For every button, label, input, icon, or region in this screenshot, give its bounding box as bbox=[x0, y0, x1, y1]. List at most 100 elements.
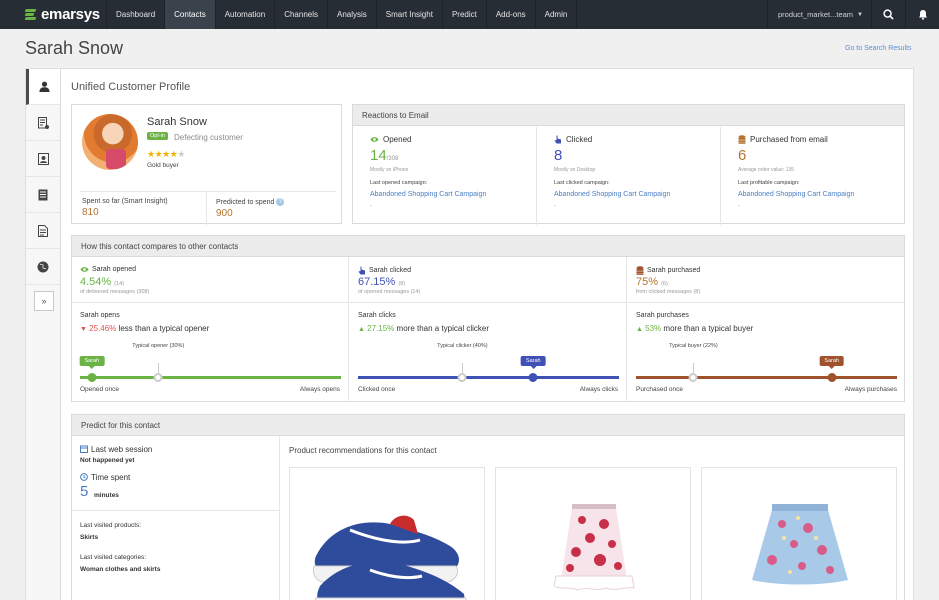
arrow-down-icon: ▼ bbox=[80, 326, 87, 333]
section-title: Unified Customer Profile bbox=[71, 81, 191, 93]
sidenav-web[interactable] bbox=[26, 249, 60, 285]
contact-name: Sarah Snow bbox=[147, 116, 207, 128]
divider bbox=[72, 302, 349, 303]
nav-admin[interactable]: Admin bbox=[534, 0, 578, 29]
compare-name: Sarah clicks bbox=[358, 312, 396, 319]
panel-header: Predict for this contact bbox=[72, 415, 904, 436]
compare-name: Sarah opens bbox=[80, 312, 120, 319]
globe-icon bbox=[37, 261, 49, 272]
compare-count: (6) bbox=[661, 281, 668, 287]
nav-dashboard[interactable]: Dashboard bbox=[106, 0, 164, 29]
predict-session-info: Last web session Not happened yet Time s… bbox=[72, 436, 280, 600]
compare-delta-value: 53% bbox=[645, 324, 662, 333]
divider bbox=[350, 302, 627, 303]
notifications-button[interactable] bbox=[905, 0, 939, 29]
sidenav-activity[interactable] bbox=[26, 105, 60, 141]
reaction-sub: Average order value: 135 bbox=[738, 167, 795, 173]
compare-percent: 67.15% (8) bbox=[358, 276, 405, 288]
sidenav-profile[interactable] bbox=[26, 69, 60, 105]
compare-sarah-clicks: Sarah clicked 67.15% (8) of opened message… bbox=[350, 257, 627, 402]
time-spent-label: Time spent bbox=[91, 473, 131, 482]
reaction-sub: Mostly on iPhone bbox=[370, 167, 409, 173]
nav-channels[interactable]: Channels bbox=[274, 0, 327, 29]
clock-icon bbox=[80, 473, 88, 481]
page-title: Sarah Snow bbox=[25, 38, 124, 58]
comparison-slider: Sarah bbox=[358, 356, 619, 382]
typical-label: Typical opener (30%) bbox=[132, 343, 185, 349]
divider bbox=[72, 510, 279, 511]
product-card[interactable] bbox=[701, 467, 897, 600]
star-icon: ★ bbox=[147, 149, 155, 159]
last-visited-categories-label: Last visited categories: bbox=[80, 554, 147, 561]
recommendations-title: Product recommendations for this contact bbox=[289, 446, 437, 455]
reaction-count: 6 bbox=[738, 147, 746, 164]
divider bbox=[206, 192, 207, 225]
emarsys-logo[interactable]: emarsys bbox=[0, 0, 106, 29]
last-web-session: Last web session bbox=[80, 445, 152, 454]
slider-track-fill bbox=[80, 376, 341, 379]
nav-predict[interactable]: Predict bbox=[441, 0, 486, 29]
compare-sarah-purchases: Sarah purchased 75% (6) from clicked messa… bbox=[628, 257, 905, 402]
star-icon: ★ bbox=[162, 149, 170, 159]
slider-max-label: Always opens bbox=[299, 386, 340, 393]
compare-delta-value: 25.46% bbox=[89, 324, 117, 333]
slider-min-label: Purchased once bbox=[636, 386, 683, 393]
reaction-label-text: Purchased from email bbox=[750, 135, 828, 144]
account-dropdown[interactable]: product_market...team ▼ bbox=[767, 0, 871, 29]
compare-percent: 75% (6) bbox=[636, 276, 668, 288]
compare-top-text: Sarah opened bbox=[92, 266, 136, 273]
product-card[interactable] bbox=[495, 467, 691, 600]
contact-thumb bbox=[827, 373, 837, 382]
slider-max-label: Always clicks bbox=[579, 386, 618, 393]
reaction-opened: Opened 14/308 Mostly on iPhone Last opened … bbox=[361, 127, 537, 225]
nav-smart-insight[interactable]: Smart Insight bbox=[375, 0, 442, 29]
campaign-link[interactable]: Abandoned Shopping Cart Campaign bbox=[738, 191, 854, 198]
reaction-label: Opened bbox=[370, 135, 411, 144]
sidenav-contact-card[interactable] bbox=[26, 141, 60, 177]
nav-automation[interactable]: Automation bbox=[214, 0, 274, 29]
typical-thumb bbox=[153, 373, 163, 382]
sneaker-image bbox=[313, 515, 467, 600]
reaction-label-text: Clicked bbox=[566, 135, 593, 144]
time-spent-unit: minutes bbox=[94, 492, 119, 499]
click-icon bbox=[554, 135, 561, 144]
list-icon bbox=[37, 116, 49, 129]
compare-top-text: Sarah purchased bbox=[647, 267, 701, 274]
expand-sidenav-button[interactable]: » bbox=[34, 291, 54, 311]
compare-delta-value: 27.15% bbox=[367, 324, 395, 333]
compare-sub: of delivered messages (308) bbox=[80, 289, 150, 295]
campaign-link[interactable]: Abandoned Shopping Cart Campaign bbox=[554, 191, 670, 198]
calendar-icon bbox=[80, 445, 88, 453]
nav-add-ons[interactable]: Add-ons bbox=[485, 0, 535, 29]
contact-thumb bbox=[528, 373, 538, 382]
buyer-tier: Gold buyer bbox=[147, 162, 179, 169]
info-icon[interactable]: ? bbox=[276, 198, 285, 206]
campaign-link[interactable]: Abandoned Shopping Cart Campaign bbox=[370, 191, 486, 198]
product-card[interactable] bbox=[289, 467, 485, 600]
sidenav-forms[interactable] bbox=[26, 213, 60, 249]
dash: - bbox=[738, 203, 740, 209]
dash: - bbox=[370, 203, 372, 209]
compare-top-text: Sarah clicked bbox=[369, 267, 412, 274]
panel-header: How this contact compares to other conta… bbox=[72, 236, 904, 257]
contact-summary-panel: Sarah Snow Opt-in Defecting customer ★ ★ ★… bbox=[71, 104, 342, 225]
last-visited-categories-value: Woman clothes and skirts bbox=[80, 566, 161, 573]
nav-analysis[interactable]: Analysis bbox=[327, 0, 376, 29]
comparison-slider: Sarah bbox=[636, 356, 897, 382]
floral-skirt-image bbox=[553, 504, 635, 591]
nav-contacts[interactable]: Contacts bbox=[164, 0, 215, 29]
compare-pct-value: 75% bbox=[636, 276, 659, 288]
reaction-label: Purchased from email bbox=[738, 135, 828, 144]
contact-tag: Sarah bbox=[819, 356, 845, 369]
typical-thumb bbox=[688, 373, 698, 382]
document-icon bbox=[38, 189, 48, 200]
go-to-search-results-link[interactable]: Go to Search Results bbox=[845, 45, 912, 52]
reaction-clicked: Clicked 8 Mostly on Desktop Last clicked ca… bbox=[545, 127, 721, 225]
compare-pct-value: 4.54% bbox=[80, 276, 112, 288]
coins-icon bbox=[738, 135, 746, 144]
search-button[interactable] bbox=[871, 0, 905, 29]
campaign-label: Last profitable campaign: bbox=[738, 180, 800, 186]
sidenav-documents[interactable] bbox=[26, 177, 60, 213]
user-icon bbox=[39, 81, 50, 92]
typical-thumb bbox=[457, 373, 467, 382]
